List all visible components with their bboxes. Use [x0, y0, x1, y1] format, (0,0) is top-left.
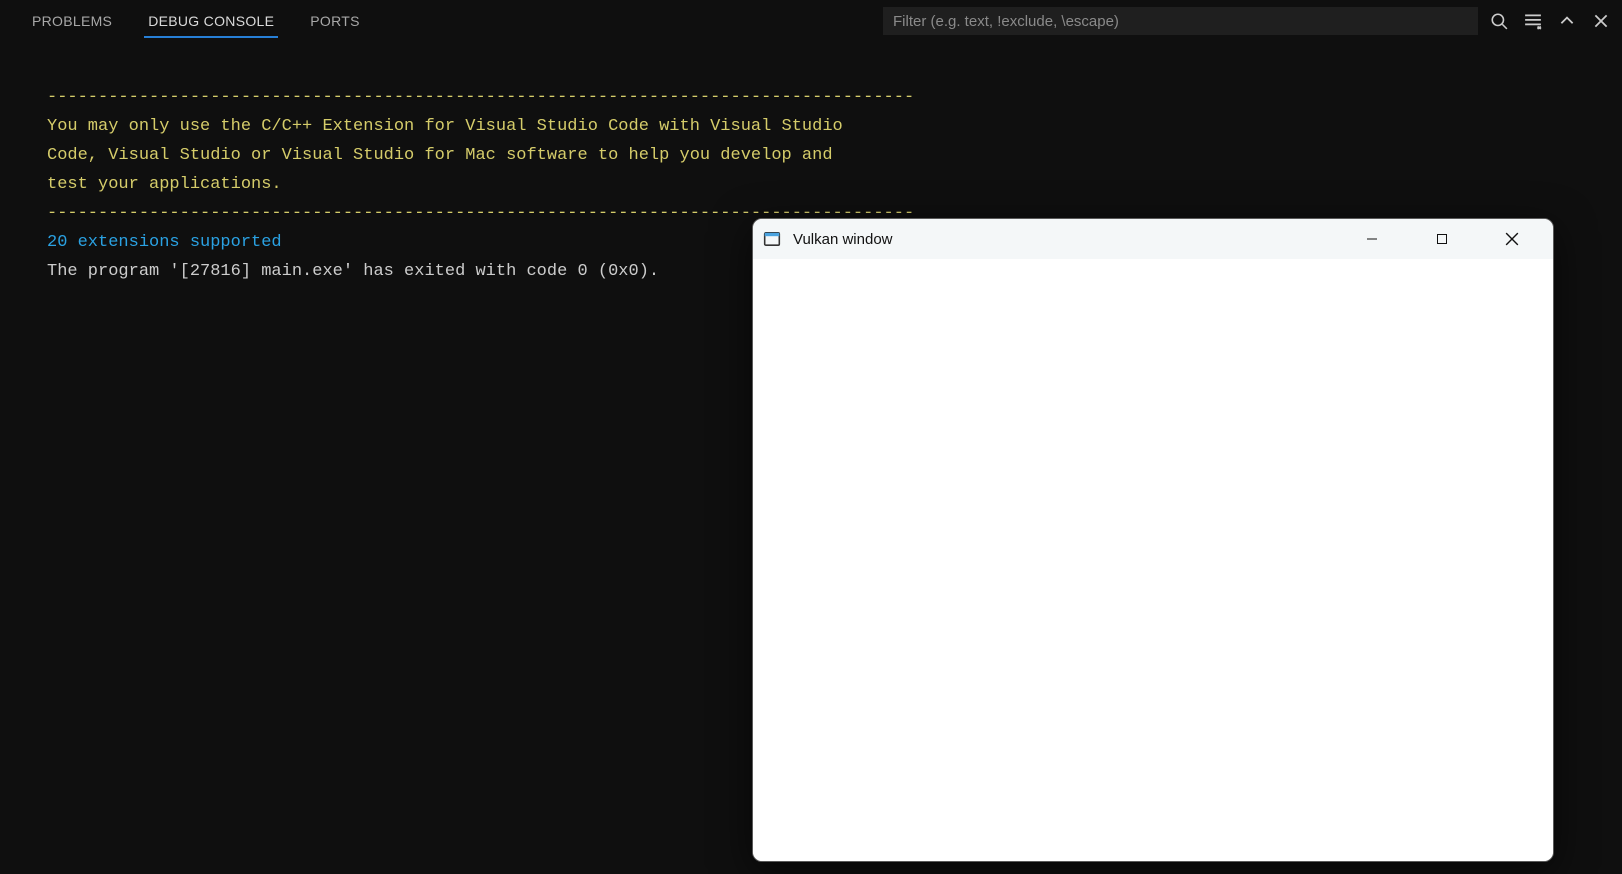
search-icon[interactable] [1488, 10, 1510, 32]
vulkan-window[interactable]: Vulkan window [752, 218, 1554, 862]
panel-tabs: PROBLEMS DEBUG CONSOLE PORTS [28, 0, 364, 42]
tab-ports[interactable]: PORTS [306, 5, 363, 38]
app-window-icon [763, 230, 781, 248]
console-line: Code, Visual Studio or Visual Studio for… [47, 146, 833, 165]
panel-header: PROBLEMS DEBUG CONSOLE PORTS [0, 0, 1622, 42]
vulkan-window-body [753, 259, 1553, 861]
panel-actions [1488, 10, 1612, 32]
console-line: ----------------------------------------… [47, 88, 914, 107]
console-line-extensions: 20 extensions supported [47, 233, 282, 252]
console-line: test your applications. [47, 175, 282, 194]
minimize-button[interactable] [1337, 219, 1407, 259]
tab-problems[interactable]: PROBLEMS [28, 5, 116, 38]
caption-buttons [1337, 219, 1547, 259]
close-button[interactable] [1477, 219, 1547, 259]
filter-lines-icon[interactable] [1522, 10, 1544, 32]
vulkan-window-titlebar[interactable]: Vulkan window [753, 219, 1553, 259]
vulkan-window-title: Vulkan window [793, 231, 893, 248]
close-panel-icon[interactable] [1590, 10, 1612, 32]
filter-input[interactable] [883, 7, 1478, 35]
console-line: You may only use the C/C++ Extension for… [47, 117, 843, 136]
chevron-up-icon[interactable] [1556, 10, 1578, 32]
maximize-button[interactable] [1407, 219, 1477, 259]
tab-debug-console[interactable]: DEBUG CONSOLE [144, 5, 278, 38]
console-line-exit: The program '[27816] main.exe' has exite… [47, 262, 659, 281]
